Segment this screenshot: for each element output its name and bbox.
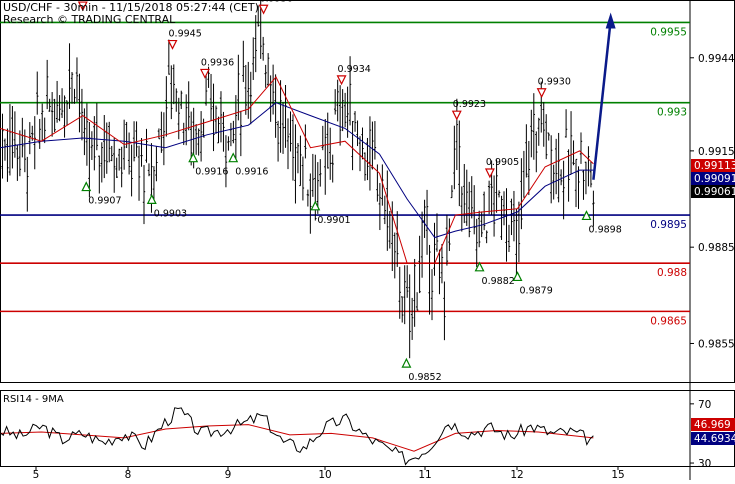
rsi-panel-label: RSI14 - 9MA bbox=[3, 394, 64, 405]
swing-high-label: 0.9905 bbox=[486, 157, 519, 168]
projection-arrow-shaft bbox=[592, 20, 612, 180]
swing-low-label: 0.9916 bbox=[235, 167, 268, 178]
rsi-line bbox=[0, 407, 594, 466]
swing-high-label: 0.9923 bbox=[453, 99, 486, 110]
projection-arrow-head bbox=[605, 12, 616, 29]
time-axis-label: 10 bbox=[318, 469, 331, 480]
swing-high-marker bbox=[484, 168, 495, 179]
swing-low-label: 0.9898 bbox=[589, 224, 622, 235]
swing-low-marker bbox=[401, 357, 412, 368]
rsi-moving-average bbox=[0, 424, 594, 452]
swing-low-label: 0.9882 bbox=[482, 276, 515, 287]
swing-high-marker bbox=[167, 39, 178, 50]
time-axis-label: 9 bbox=[225, 469, 232, 480]
price-axis-label: 0.9885 bbox=[698, 242, 735, 254]
swing-high-marker bbox=[451, 110, 462, 121]
swing-high-label: 0.9945 bbox=[169, 29, 202, 40]
swing-low-label: 0.9907 bbox=[88, 196, 121, 207]
swing-low-label: 0.9903 bbox=[154, 208, 187, 219]
chart-root: 0.99550.9930.98950.9880.98650.99070.9957… bbox=[0, 0, 735, 481]
price-axis-label: 0.9855 bbox=[698, 338, 735, 350]
swing-high-label: 0.9956 bbox=[260, 0, 293, 4]
time-axis-label: 12 bbox=[510, 469, 523, 480]
swing-high-marker bbox=[199, 68, 210, 79]
rsi-axis-label: 70 bbox=[698, 399, 711, 411]
rsi-axis-label: 30 bbox=[698, 458, 711, 470]
price-panel-frame bbox=[0, 0, 735, 383]
time-axis-label: 8 bbox=[125, 469, 132, 480]
time-axis-label: 5 bbox=[33, 469, 40, 480]
price-axis-label: 0.9944 bbox=[698, 53, 735, 65]
time-axis-label: 11 bbox=[418, 469, 431, 480]
level-label-resistance: 0.993 bbox=[657, 107, 687, 119]
swing-high-label: 0.9934 bbox=[338, 64, 371, 75]
rsi-value-tag-label: 44.6934 bbox=[694, 433, 735, 445]
level-label-support: 0.988 bbox=[657, 267, 687, 279]
price-tag-label: 0.99061 bbox=[694, 186, 735, 198]
swing-low-label: 0.9852 bbox=[408, 372, 441, 383]
candlesticks bbox=[0, 0, 595, 359]
swing-low-marker bbox=[188, 152, 199, 163]
source-credit: Research © TRADING CENTRAL bbox=[3, 13, 176, 26]
price-tag-label: 0.99091 bbox=[694, 173, 735, 185]
trading-chart: 0.99550.9930.98950.9880.98650.99070.9957… bbox=[0, 0, 735, 481]
level-label-resistance: 0.9955 bbox=[650, 26, 687, 38]
swing-high-marker bbox=[336, 75, 347, 86]
price-tag-label: 0.99113 bbox=[694, 160, 735, 172]
time-axis-label: 15 bbox=[611, 469, 624, 480]
swing-low-label: 0.9901 bbox=[317, 215, 350, 226]
swing-low-label: 0.9879 bbox=[520, 285, 553, 296]
swing-high-label: 0.9930 bbox=[538, 77, 571, 88]
level-label-support: 0.9865 bbox=[650, 315, 687, 327]
rsi-panel-frame bbox=[0, 390, 735, 467]
swing-high-label: 0.9936 bbox=[201, 57, 234, 68]
level-label-pivot: 0.9895 bbox=[650, 219, 687, 231]
swing-low-label: 0.9916 bbox=[195, 167, 228, 178]
swing-high-marker bbox=[536, 88, 547, 99]
price-axis-label: 0.9915 bbox=[698, 146, 735, 158]
swing-low-marker bbox=[146, 194, 157, 204]
rsi-value-tag-label: 46.969 bbox=[694, 419, 731, 431]
